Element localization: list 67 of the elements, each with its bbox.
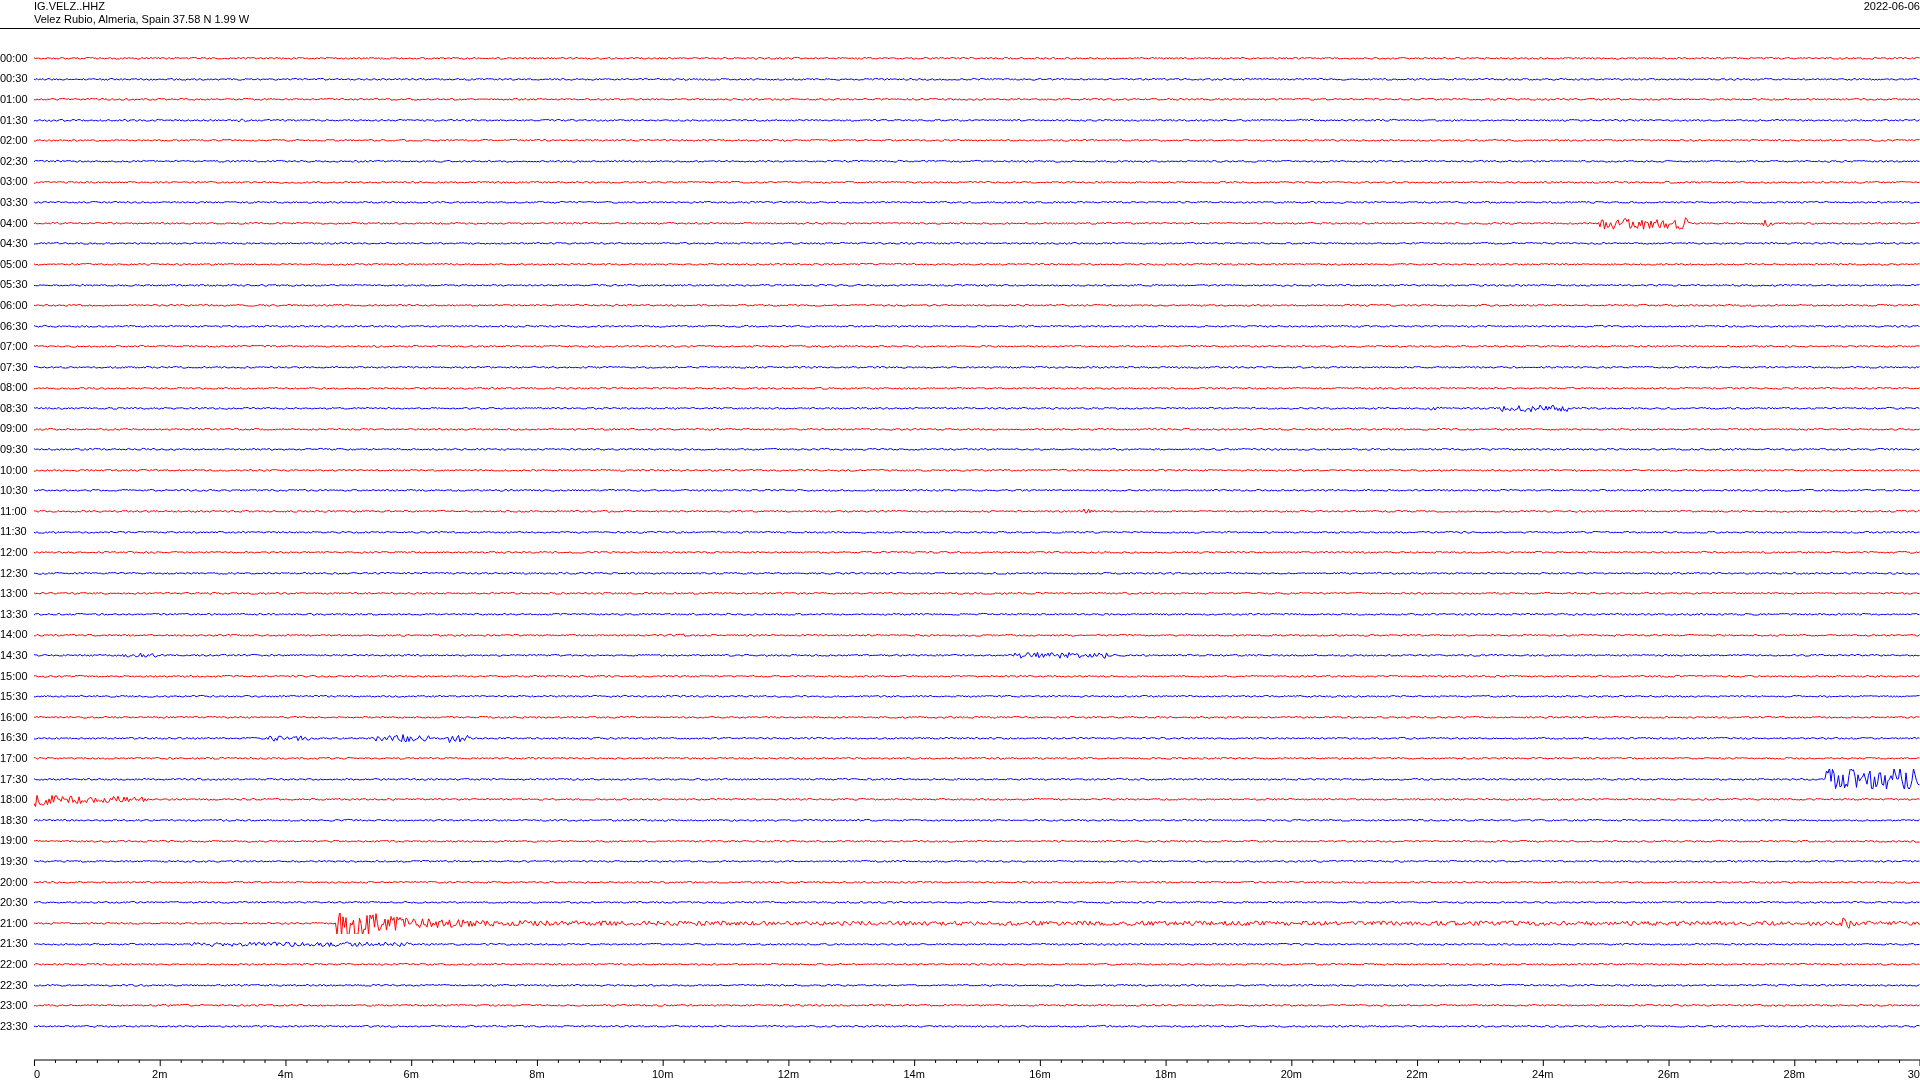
- time-label: 19:00: [0, 834, 29, 848]
- axis-label: 28m: [1783, 1067, 1805, 1080]
- time-label: 11:30: [0, 525, 28, 539]
- time-label: 16:30: [0, 731, 29, 745]
- axis-label: 4m: [277, 1067, 294, 1080]
- axis-label: 2m: [152, 1067, 168, 1080]
- time-label: 14:30: [0, 649, 29, 662]
- time-label: 22:30: [0, 978, 29, 992]
- time-label: 14:00: [0, 628, 29, 642]
- time-label: 00:30: [0, 72, 29, 86]
- axis-label: 12m: [777, 1067, 800, 1080]
- time-label: 08:30: [0, 401, 29, 415]
- time-label: 06:00: [0, 298, 29, 312]
- axis-label: 14m: [903, 1067, 925, 1080]
- time-label: 17:00: [0, 752, 29, 765]
- time-label: 11:00: [0, 504, 28, 518]
- time-label: 21:30: [0, 937, 29, 951]
- time-label: 07:00: [0, 340, 29, 354]
- axis-label: 18m: [1154, 1067, 1177, 1080]
- axis-label: 10m: [651, 1067, 674, 1080]
- axis-label: 20m: [1280, 1067, 1303, 1080]
- station-location: Velez Rubio, Almeria, Spain 37.58 N 1.99 W: [34, 13, 250, 26]
- axis-label: 16m: [1029, 1067, 1051, 1080]
- time-label: 23:00: [0, 999, 29, 1013]
- time-label: 02:30: [0, 154, 29, 168]
- time-label: 01:00: [0, 93, 29, 106]
- time-label: 16:00: [0, 710, 29, 724]
- time-label: 10:30: [0, 484, 29, 498]
- time-label: 05:00: [0, 257, 29, 271]
- time-label: 03:30: [0, 195, 29, 209]
- time-label: 02:00: [0, 134, 29, 148]
- time-label: 20:00: [0, 875, 29, 889]
- time-label: 12:00: [0, 546, 29, 560]
- axis-label: 26m: [1657, 1067, 1680, 1080]
- axis-label: 8m: [529, 1067, 545, 1080]
- time-label: 17:30: [0, 772, 29, 786]
- axis-label: 22m: [1406, 1067, 1428, 1080]
- time-label: 10:00: [0, 463, 29, 477]
- time-label: 04:00: [0, 216, 29, 230]
- axis-label: 6m: [403, 1067, 419, 1080]
- time-label: 01:30: [0, 113, 29, 127]
- time-label: 09:00: [0, 422, 29, 436]
- time-label: 03:00: [0, 175, 29, 189]
- time-label: 00:00: [0, 51, 29, 65]
- station-code: IG.VELZ..HHZ: [34, 0, 106, 13]
- time-label: 18:30: [0, 813, 29, 827]
- time-label: 12:30: [0, 566, 29, 580]
- time-label: 13:00: [0, 587, 29, 601]
- time-label: 06:30: [0, 319, 29, 333]
- date-label: 2022-06-06: [1863, 0, 1920, 14]
- time-label: 07:30: [0, 360, 29, 374]
- time-label: 21:00: [0, 916, 29, 930]
- axis-label: 24m: [1532, 1067, 1554, 1080]
- time-label: 08:00: [0, 381, 29, 395]
- time-label: 22:00: [0, 957, 29, 971]
- time-label: 15:30: [0, 690, 29, 704]
- time-label: 15:00: [0, 669, 29, 683]
- time-label: 04:30: [0, 237, 29, 251]
- time-label: 05:30: [0, 278, 29, 292]
- time-label: 19:30: [0, 854, 29, 868]
- time-label: 20:30: [0, 896, 29, 910]
- time-label: 23:30: [0, 1019, 29, 1033]
- time-label: 18:00: [0, 793, 29, 807]
- time-label: 13:30: [0, 607, 29, 621]
- time-label: 09:30: [0, 443, 29, 457]
- axis-label: 0: [34, 1067, 41, 1080]
- axis-label: 30: [1907, 1067, 1920, 1080]
